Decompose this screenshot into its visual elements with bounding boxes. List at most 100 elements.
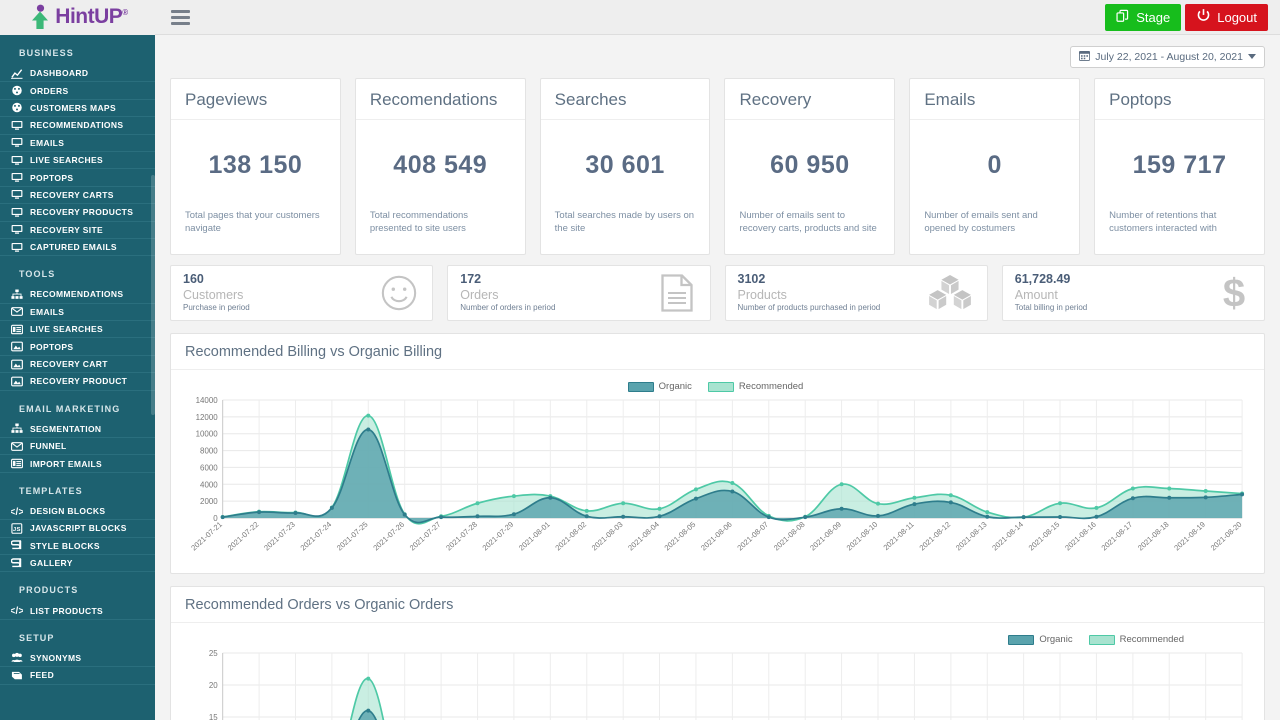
monitor-icon bbox=[10, 137, 23, 149]
sidebar-item-label: POPTOPS bbox=[30, 342, 73, 352]
kpi-card-pageviews: Pageviews138 150Total pages that your cu… bbox=[170, 78, 341, 255]
stage-button[interactable]: Stage bbox=[1105, 4, 1181, 31]
legend-item-recommended[interactable]: Recommended bbox=[1089, 634, 1184, 645]
sidebar-item-label: DESIGN BLOCKS bbox=[30, 506, 105, 516]
sidebar-item-design-blocks[interactable]: </>DESIGN BLOCKS bbox=[0, 503, 155, 520]
stage-button-label: Stage bbox=[1136, 10, 1170, 25]
sidebar-item-recommendations[interactable]: RECOMMENDATIONS bbox=[0, 117, 155, 134]
legend-item-organic[interactable]: Organic bbox=[628, 381, 692, 392]
document-icon bbox=[658, 273, 696, 313]
sidebar-item-live-searches[interactable]: LIVE SEARCHES bbox=[0, 321, 155, 338]
brand-logo[interactable]: HintUP® bbox=[0, 0, 155, 35]
kpi-card-title: Poptops bbox=[1095, 79, 1264, 120]
svg-text:2021-08-02: 2021-08-02 bbox=[553, 520, 588, 553]
sidebar-item-poptops[interactable]: POPTOPS bbox=[0, 338, 155, 355]
sidebar-item-label: RECOVERY SITE bbox=[30, 225, 103, 235]
clone-icon bbox=[1116, 9, 1130, 26]
sidebar-item-captured-emails[interactable]: CAPTURED EMAILS bbox=[0, 239, 155, 256]
sidebar-item-import-emails[interactable]: IMPORT EMAILS bbox=[0, 455, 155, 472]
sidebar-item-label: LIST PRODUCTS bbox=[30, 606, 103, 616]
sidebar-item-funnel[interactable]: FUNNEL bbox=[0, 438, 155, 455]
svg-text:2021-07-26: 2021-07-26 bbox=[371, 520, 406, 553]
sidebar-item-label: RECOVERY CART bbox=[30, 359, 108, 369]
sidebar-item-segmentation[interactable]: SEGMENTATION bbox=[0, 421, 155, 438]
legend-item-recommended[interactable]: Recommended bbox=[708, 381, 803, 392]
legend-label: Recommended bbox=[739, 381, 803, 392]
kpi-card-value: 159 717 bbox=[1095, 120, 1264, 210]
legend-item-organic[interactable]: Organic bbox=[1008, 634, 1072, 645]
svg-text:$: $ bbox=[1223, 272, 1245, 314]
kpi-card-recovery: Recovery60 950Number of emails sent to r… bbox=[724, 78, 895, 255]
kpi-card-poptops: Poptops159 717Number of retentions that … bbox=[1094, 78, 1265, 255]
svg-text:2021-08-12: 2021-08-12 bbox=[918, 520, 953, 553]
sidebar-item-gallery[interactable]: GALLERY bbox=[0, 555, 155, 572]
billing-chart[interactable]: 020004000600080001000012000140002021-07-… bbox=[177, 394, 1254, 569]
kpi-card-recomendations: Recomendations408 549Total recommendatio… bbox=[355, 78, 526, 255]
logout-button-label: Logout bbox=[1217, 10, 1257, 25]
sidebar-item-recovery-cart[interactable]: RECOVERY CART bbox=[0, 356, 155, 373]
image-icon bbox=[10, 341, 23, 353]
sidebar-item-live-searches[interactable]: LIVE SEARCHES bbox=[0, 152, 155, 169]
orders-chart-panel: Recommended Orders vs Organic Orders Org… bbox=[170, 586, 1265, 720]
sidebar-group-title-tools: TOOLS bbox=[0, 256, 155, 286]
sidebar-item-label: RECOVERY PRODUCT bbox=[30, 376, 127, 386]
sidebar-group-title-email-marketing: EMAIL MARKETING bbox=[0, 391, 155, 421]
css-icon bbox=[10, 557, 23, 569]
kpi-card-emails: Emails0Number of emails sent and opened … bbox=[909, 78, 1080, 255]
sidebar-item-poptops[interactable]: POPTOPS bbox=[0, 169, 155, 186]
svg-text:2021-08-15: 2021-08-15 bbox=[1027, 520, 1062, 553]
orders-chart[interactable]: 0510152025 bbox=[177, 647, 1254, 720]
sidebar-item-recommendations[interactable]: RECOMMENDATIONS bbox=[0, 286, 155, 303]
svg-text:2021-08-17: 2021-08-17 bbox=[1100, 520, 1135, 553]
sidebar-item-orders[interactable]: ORDERS bbox=[0, 82, 155, 99]
sitemap-icon bbox=[10, 288, 23, 300]
hintup-figure-icon bbox=[27, 4, 53, 30]
logout-button[interactable]: Logout bbox=[1185, 4, 1268, 31]
hamburger-icon[interactable] bbox=[167, 4, 193, 30]
top-bar: HintUP® Stage Logout bbox=[0, 0, 1280, 35]
legend-label: Organic bbox=[659, 381, 692, 392]
svg-text:2021-07-29: 2021-07-29 bbox=[481, 520, 516, 553]
sidebar-item-feed[interactable]: FEED bbox=[0, 667, 155, 684]
sidebar-item-recovery-product[interactable]: RECOVERY PRODUCT bbox=[0, 373, 155, 390]
sidebar-item-label: DASHBOARD bbox=[30, 68, 88, 78]
sidebar-item-label: RECOMMENDATIONS bbox=[30, 120, 123, 130]
kpi-card-title: Recomendations bbox=[356, 79, 525, 120]
svg-text:10000: 10000 bbox=[196, 430, 219, 439]
sidebar-item-label: CUSTOMERS MAPS bbox=[30, 103, 116, 113]
kpi-card-description: Number of emails sent and opened by cost… bbox=[910, 210, 1079, 254]
kpi-card-title: Searches bbox=[541, 79, 710, 120]
sidebar-item-label: RECOVERY CARTS bbox=[30, 190, 114, 200]
kpi-card-title: Pageviews bbox=[171, 79, 340, 120]
sidebar-item-recovery-carts[interactable]: RECOVERY CARTS bbox=[0, 187, 155, 204]
smiley-icon bbox=[380, 274, 418, 312]
sidebar-item-recovery-products[interactable]: RECOVERY PRODUCTS bbox=[0, 204, 155, 221]
kpi-card-value: 138 150 bbox=[171, 120, 340, 210]
sidebar-item-synonyms[interactable]: SYNONYMS bbox=[0, 650, 155, 667]
sidebar-item-javascript-blocks[interactable]: JSJAVASCRIPT BLOCKS bbox=[0, 520, 155, 537]
sidebar-item-emails[interactable]: EMAILS bbox=[0, 304, 155, 321]
list-icon bbox=[10, 323, 23, 335]
legend-label: Organic bbox=[1039, 634, 1072, 645]
stat-card-number: 3102 bbox=[738, 272, 881, 286]
svg-text:2021-07-24: 2021-07-24 bbox=[299, 520, 334, 553]
sidebar-item-recovery-site[interactable]: RECOVERY SITE bbox=[0, 222, 155, 239]
sidebar-item-emails[interactable]: EMAILS bbox=[0, 135, 155, 152]
svg-text:2021-07-27: 2021-07-27 bbox=[408, 520, 443, 553]
kpi-card-description: Total recommendations presented to site … bbox=[356, 210, 525, 254]
kpi-card-value: 30 601 bbox=[541, 120, 710, 210]
envelope-icon bbox=[10, 440, 23, 452]
svg-text:2021-08-01: 2021-08-01 bbox=[517, 520, 552, 553]
sidebar-item-style-blocks[interactable]: STYLE BLOCKS bbox=[0, 538, 155, 555]
svg-text:2021-08-08: 2021-08-08 bbox=[772, 520, 807, 553]
daterange-row: July 22, 2021 - August 20, 2021 bbox=[155, 35, 1280, 68]
svg-text:2021-08-19: 2021-08-19 bbox=[1172, 520, 1207, 553]
svg-text:2021-07-22: 2021-07-22 bbox=[226, 520, 261, 553]
svg-text:2021-08-14: 2021-08-14 bbox=[990, 520, 1025, 553]
sidebar-item-dashboard[interactable]: DASHBOARD bbox=[0, 65, 155, 82]
kpi-card-description: Number of retentions that customers inte… bbox=[1095, 210, 1264, 254]
date-range-picker[interactable]: July 22, 2021 - August 20, 2021 bbox=[1070, 46, 1265, 68]
sidebar-item-list-products[interactable]: </>LIST PRODUCTS bbox=[0, 602, 155, 619]
svg-text:2021-08-04: 2021-08-04 bbox=[626, 520, 661, 553]
sidebar-item-customers-maps[interactable]: CUSTOMERS MAPS bbox=[0, 100, 155, 117]
